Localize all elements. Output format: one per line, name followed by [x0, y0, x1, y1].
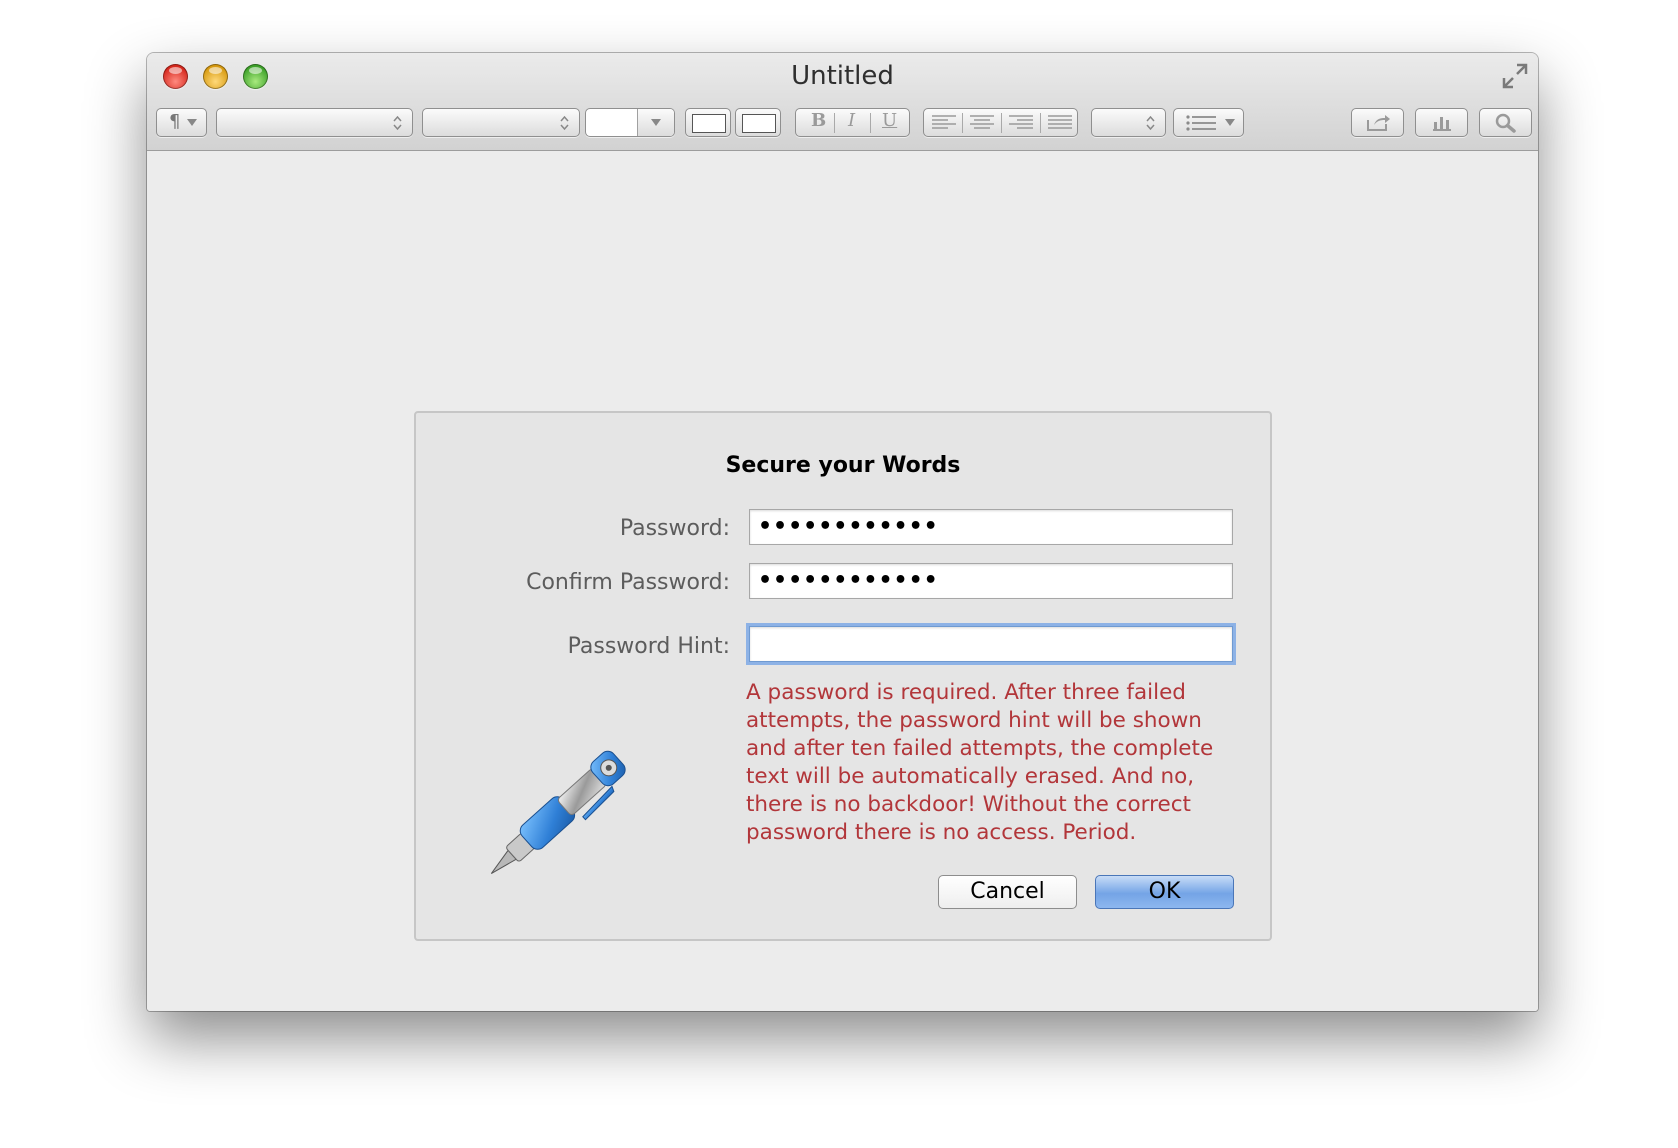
titlebar: Untitled ¶ B I U — [147, 53, 1538, 151]
stepper-icon — [560, 115, 569, 131]
password-label: Password: — [619, 516, 730, 541]
password-field[interactable]: •••••••••••• — [749, 509, 1233, 545]
justify-icon[interactable] — [1048, 115, 1072, 131]
line-spacing-select[interactable] — [1091, 108, 1166, 137]
align-right-icon[interactable] — [1009, 115, 1033, 131]
font-size-combo[interactable] — [585, 108, 675, 137]
password-hint-field[interactable] — [749, 626, 1233, 662]
statistics-button[interactable] — [1415, 108, 1468, 137]
list-style-button[interactable] — [1173, 108, 1244, 137]
warning-text: A password is required. After three fail… — [746, 680, 1214, 845]
text-style-segment[interactable]: B I U — [795, 108, 910, 137]
document-window: Untitled ¶ B I U Secure your Words Passw… — [147, 53, 1538, 1011]
confirm-password-label: Confirm Password: — [526, 570, 730, 595]
paragraph-icon: ¶ — [169, 111, 181, 132]
background-color-swatch — [742, 114, 776, 133]
share-button[interactable] — [1351, 108, 1404, 137]
list-icon — [1186, 115, 1216, 131]
ok-button[interactable]: OK — [1095, 875, 1234, 909]
document-content: Secure your Words Password: ••••••••••••… — [147, 151, 1538, 1011]
bold-button[interactable]: B — [811, 110, 826, 131]
fullscreen-icon[interactable] — [1500, 61, 1530, 91]
password-hint-label: Password Hint: — [567, 634, 730, 659]
align-center-icon[interactable] — [970, 115, 994, 131]
underline-button[interactable]: U — [882, 110, 897, 131]
confirm-password-field[interactable]: •••••••••••• — [749, 563, 1233, 599]
stepper-icon — [1146, 115, 1155, 131]
password-sheet: Secure your Words Password: ••••••••••••… — [414, 411, 1272, 941]
cancel-button[interactable]: Cancel — [938, 875, 1077, 909]
share-icon — [1367, 115, 1390, 131]
sheet-title: Secure your Words — [725, 453, 961, 478]
italic-button[interactable]: I — [848, 110, 855, 131]
chevron-down-icon — [1225, 119, 1235, 126]
search-icon — [1495, 113, 1516, 133]
chevron-down-icon — [651, 119, 661, 126]
text-color-well[interactable] — [685, 108, 731, 137]
window-title: Untitled — [791, 61, 894, 91]
align-left-icon[interactable] — [932, 115, 956, 131]
text-color-swatch — [692, 114, 726, 133]
background-color-well[interactable] — [735, 108, 781, 137]
stepper-icon — [393, 115, 402, 131]
alignment-segment[interactable] — [923, 108, 1078, 137]
search-button[interactable] — [1479, 108, 1532, 137]
font-family-select[interactable] — [216, 108, 413, 137]
chart-icon — [1433, 117, 1451, 131]
font-style-select[interactable] — [422, 108, 580, 137]
paragraph-style-button[interactable]: ¶ — [156, 108, 207, 137]
chevron-down-icon — [187, 119, 197, 126]
pen-icon — [490, 750, 626, 874]
